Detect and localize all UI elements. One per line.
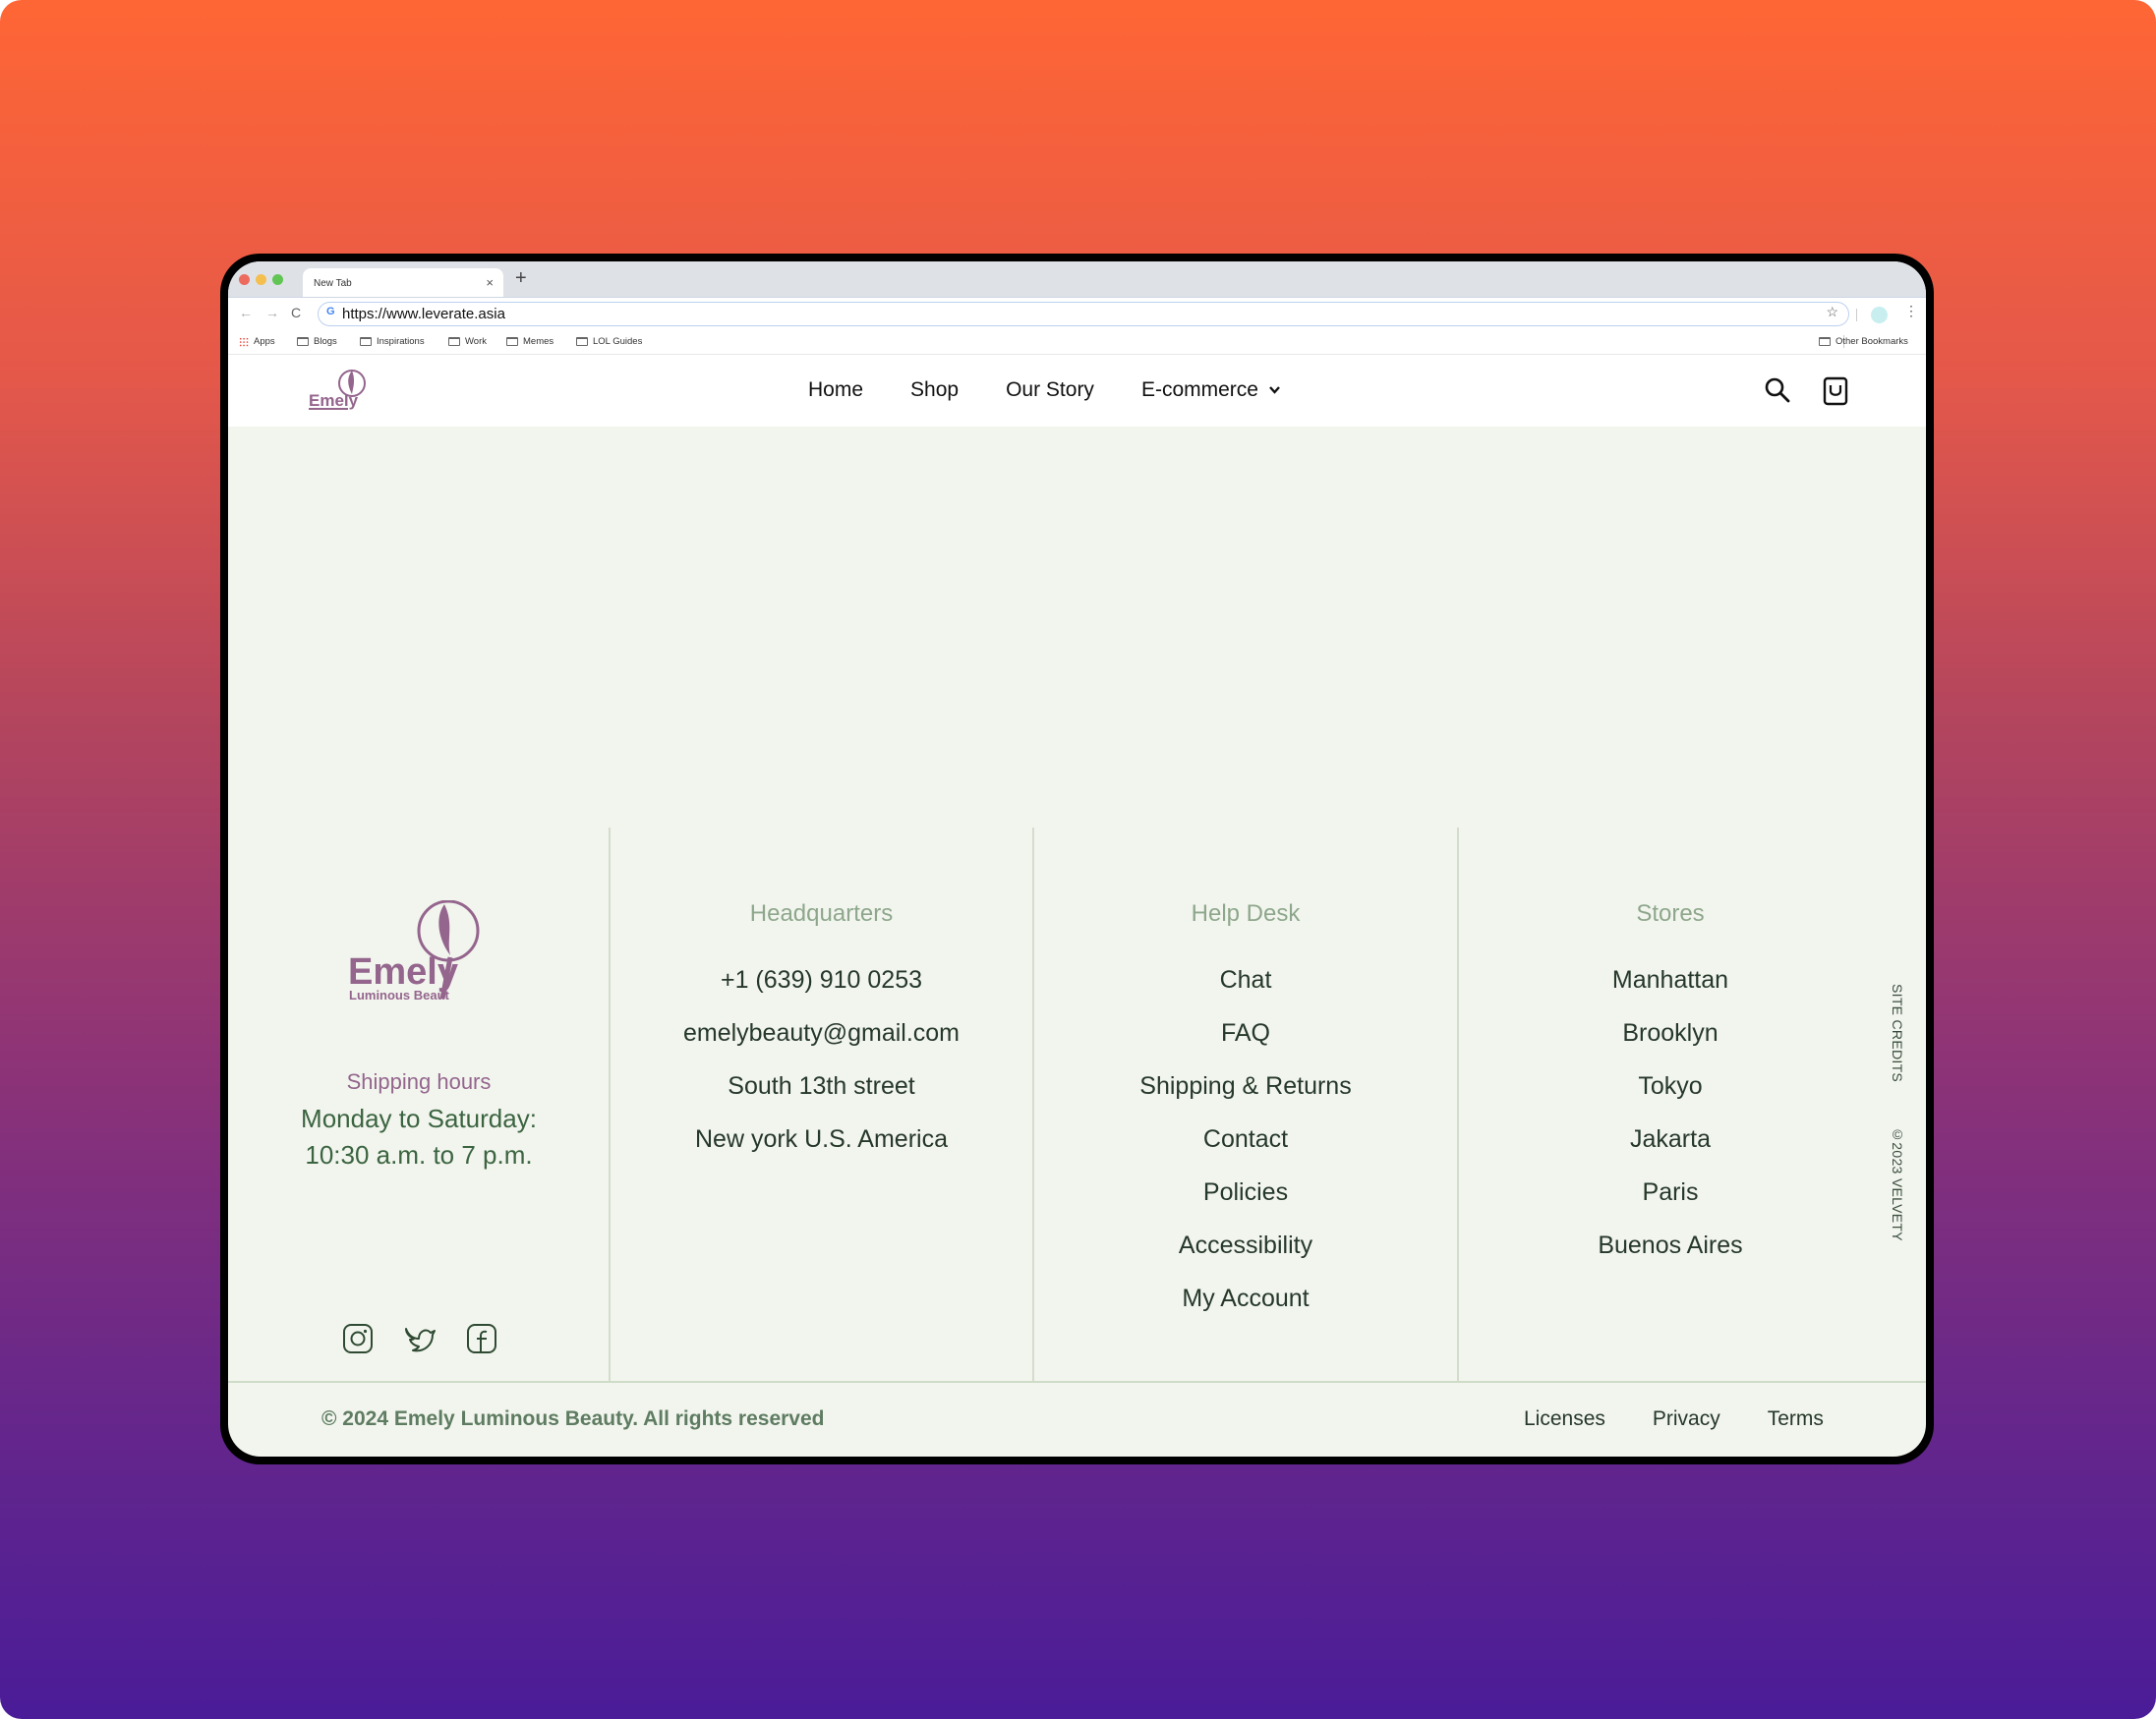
facebook-icon[interactable] <box>466 1323 497 1354</box>
social-links <box>342 1323 497 1354</box>
main-nav: Home Shop Our Story E-commerce <box>808 378 1281 402</box>
address-bar-row: ← → C G https://www.leverate.asia ☆ ⋮ <box>228 297 1926 330</box>
site-header: Emely Home Shop Our Story E-commerce <box>228 354 1926 427</box>
other-bookmarks[interactable]: Other Bookmarks <box>1819 336 1908 347</box>
legal-links: Licenses Privacy Terms <box>1524 1407 1824 1431</box>
bookmark-label: Work <box>465 336 487 347</box>
browser-window: New Tab × + ← → C G https://www.leverate… <box>228 261 1926 1457</box>
svg-text:Emely: Emely <box>309 391 359 410</box>
tab-title: New Tab <box>314 278 352 289</box>
window-controls <box>239 274 283 285</box>
bookmark-label: Memes <box>523 336 554 347</box>
help-link-accessibility[interactable]: Accessibility <box>1033 1229 1458 1282</box>
headquarters-title: Headquarters <box>749 900 894 927</box>
site-credits-link[interactable]: SITE CREDITS <box>1890 984 1905 1082</box>
bookmark-label: Inspirations <box>377 336 425 347</box>
help-link-policies[interactable]: Policies <box>1033 1175 1458 1229</box>
store-link[interactable]: Tokyo <box>1458 1069 1883 1122</box>
folder-icon <box>297 337 309 346</box>
toolbar-separator <box>1856 309 1857 321</box>
copyright-text: © 2024 Emely Luminous Beauty. All rights… <box>321 1407 825 1430</box>
emely-logo[interactable]: Emely <box>307 365 370 414</box>
bookmark-work[interactable]: Work <box>448 336 487 347</box>
store-link[interactable]: Paris <box>1458 1175 1883 1229</box>
back-icon[interactable]: ← <box>239 305 253 320</box>
hq-phone[interactable]: +1 (639) 910 0253 <box>610 963 1033 1016</box>
hq-email[interactable]: emelybeauty@gmail.com <box>610 1016 1033 1069</box>
shipping-days: Monday to Saturday: <box>301 1104 537 1133</box>
store-link[interactable]: Jakarta <box>1458 1122 1883 1175</box>
nav-home[interactable]: Home <box>808 378 863 402</box>
store-link[interactable]: Manhattan <box>1458 963 1883 1016</box>
licenses-link[interactable]: Licenses <box>1524 1407 1605 1431</box>
close-window-button[interactable] <box>239 274 250 285</box>
nav-our-story[interactable]: Our Story <box>1006 378 1094 402</box>
profile-avatar[interactable] <box>1871 307 1888 323</box>
tab-new-tab[interactable]: New Tab × <box>303 268 503 297</box>
browser-menu-icon[interactable]: ⋮ <box>1904 303 1918 319</box>
shipping-time: 10:30 a.m. to 7 p.m. <box>305 1140 533 1170</box>
help-link-shipping-returns[interactable]: Shipping & Returns <box>1033 1069 1458 1122</box>
minimize-window-button[interactable] <box>256 274 266 285</box>
help-desk-title: Help Desk <box>1191 900 1301 927</box>
apps-grid-icon <box>239 336 249 347</box>
hq-street: South 13th street <box>728 1072 915 1100</box>
bookmark-label: LOL Guides <box>593 336 643 347</box>
bookmark-label: Blogs <box>314 336 337 347</box>
side-copyright: ©2023 VELVETY <box>1890 1126 1905 1241</box>
url-text: https://www.leverate.asia <box>342 306 505 322</box>
footer-emely-logo[interactable]: Emely Luminous Beaut <box>344 900 482 1008</box>
shipping-hours: Monday to Saturday: 10:30 a.m. to 7 p.m. <box>228 1101 610 1174</box>
privacy-link[interactable]: Privacy <box>1653 1407 1720 1431</box>
tab-bar: New Tab × + <box>228 261 1926 297</box>
device-frame: New Tab × + ← → C G https://www.leverate… <box>220 254 1934 1464</box>
reload-icon[interactable]: C <box>291 305 301 320</box>
help-link-contact[interactable]: Contact <box>1033 1122 1458 1175</box>
help-desk-column: Help Desk Chat FAQ Shipping & Returns Co… <box>1033 900 1458 1335</box>
bookmark-label: Other Bookmarks <box>1836 336 1908 347</box>
bookmark-blogs[interactable]: Blogs <box>297 336 337 347</box>
bookmark-apps[interactable]: Apps <box>239 336 275 347</box>
new-tab-button[interactable]: + <box>515 267 527 290</box>
shopping-bag-icon[interactable] <box>1823 376 1848 406</box>
brand-name: Emely <box>348 951 458 993</box>
folder-icon <box>506 337 518 346</box>
folder-icon <box>576 337 588 346</box>
bookmark-memes[interactable]: Memes <box>506 336 554 347</box>
instagram-icon[interactable] <box>342 1323 374 1354</box>
bookmarks-bar: Apps Blogs Inspirations Work Memes LOL G… <box>228 330 1926 354</box>
maximize-window-button[interactable] <box>272 274 283 285</box>
stores-column: Stores Manhattan Brooklyn Tokyo Jakarta … <box>1458 900 1883 1282</box>
nav-shop[interactable]: Shop <box>910 378 959 402</box>
close-tab-icon[interactable]: × <box>486 275 494 290</box>
bookmark-star-icon[interactable]: ☆ <box>1826 304 1838 320</box>
folder-icon <box>1819 337 1831 346</box>
twitter-icon[interactable] <box>403 1323 437 1354</box>
nav-ecommerce-label: E-commerce <box>1140 378 1258 401</box>
help-link-chat[interactable]: Chat <box>1033 963 1458 1016</box>
brand-tagline: Luminous Beaut <box>349 988 450 1003</box>
forward-icon[interactable]: → <box>265 305 279 320</box>
shipping-hours-label: Shipping hours <box>346 1069 492 1094</box>
headquarters-column: Headquarters +1 (639) 910 0253 emelybeau… <box>610 900 1033 1175</box>
terms-link[interactable]: Terms <box>1768 1407 1824 1431</box>
bookmark-label: Apps <box>254 336 275 347</box>
store-link[interactable]: Brooklyn <box>1458 1016 1883 1069</box>
search-icon[interactable] <box>1764 376 1791 404</box>
stores-title: Stores <box>1636 900 1705 927</box>
nav-ecommerce[interactable]: E-commerce <box>1141 378 1281 402</box>
chevron-down-icon <box>1269 386 1280 394</box>
bookmark-lol-guides[interactable]: LOL Guides <box>576 336 642 347</box>
footer-divider <box>228 1381 1926 1383</box>
folder-icon <box>448 337 460 346</box>
google-icon: G <box>326 306 335 317</box>
help-link-faq[interactable]: FAQ <box>1033 1016 1458 1069</box>
hq-city: New york U.S. America <box>694 1125 948 1153</box>
store-link[interactable]: Buenos Aires <box>1458 1229 1883 1282</box>
bookmark-inspirations[interactable]: Inspirations <box>360 336 425 347</box>
url-input[interactable]: G https://www.leverate.asia ☆ <box>318 302 1849 326</box>
folder-icon <box>360 337 372 346</box>
help-link-my-account[interactable]: My Account <box>1033 1282 1458 1335</box>
